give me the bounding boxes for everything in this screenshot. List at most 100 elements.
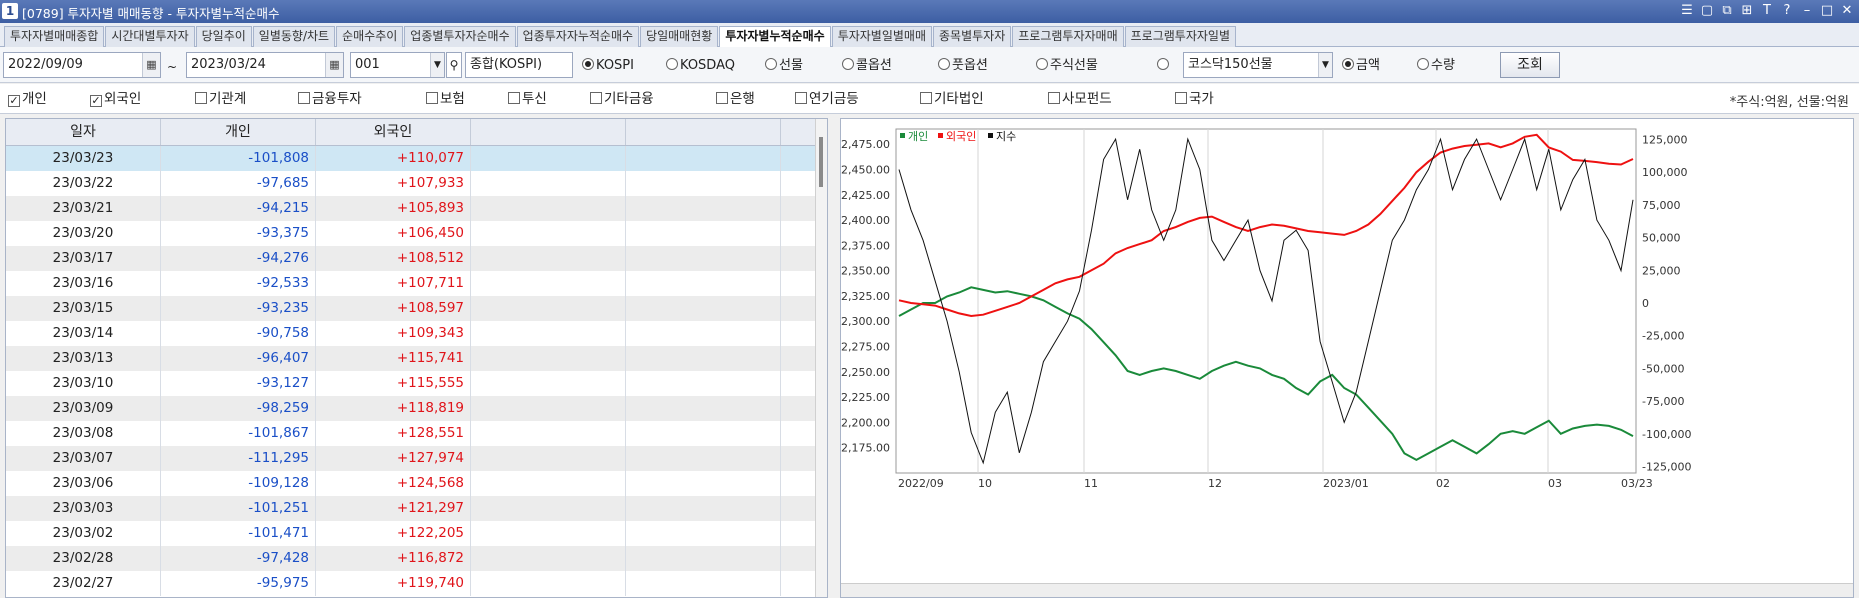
table-cell: 23/03/22 bbox=[6, 171, 161, 196]
table-cell: -98,259 bbox=[161, 396, 316, 421]
x-tick-label: 2023/01 bbox=[1323, 477, 1369, 490]
table-row[interactable]: 23/03/09 -98,259 +118,819 bbox=[6, 396, 816, 421]
window-control-8[interactable]: ✕ bbox=[1839, 2, 1855, 20]
table-cell: -101,251 bbox=[161, 496, 316, 521]
table-row[interactable]: 23/03/10 -93,127 +115,555 bbox=[6, 371, 816, 396]
tab-10[interactable]: 종목별투자자 bbox=[933, 26, 1012, 47]
futures-select[interactable]: 코스닥150선물 ▼ bbox=[1183, 52, 1333, 78]
market-radio-3[interactable]: 콜옵션 bbox=[842, 58, 892, 74]
horizontal-scrollbar[interactable] bbox=[841, 583, 1853, 597]
y-left-tick-label: 2,200.00 bbox=[841, 416, 890, 429]
table-row[interactable]: 23/03/13 -96,407 +115,741 bbox=[6, 346, 816, 371]
vertical-scrollbar[interactable] bbox=[815, 119, 827, 597]
table-row[interactable]: 23/03/14 -90,758 +109,343 bbox=[6, 321, 816, 346]
market-radio-1[interactable]: KOSDAQ bbox=[666, 58, 735, 74]
window-control-2[interactable]: ⧉ bbox=[1719, 2, 1735, 20]
table-row[interactable]: 23/03/08 -101,867 +128,551 bbox=[6, 421, 816, 446]
y-right-tick-label: 125,000 bbox=[1642, 133, 1688, 146]
start-date-field[interactable]: 2022/09/09 ▦ bbox=[3, 52, 161, 78]
investor-checkbox-5[interactable]: 투신 bbox=[508, 91, 547, 107]
checkbox-label: 기관계 bbox=[209, 91, 247, 107]
radio-dot bbox=[1417, 58, 1429, 70]
window-control-7[interactable]: □ bbox=[1819, 2, 1835, 20]
checkbox bbox=[716, 92, 728, 104]
tab-0[interactable]: 투자자별매매종합 bbox=[4, 26, 105, 47]
table-row[interactable]: 23/03/23 -101,808 +110,077 bbox=[6, 146, 816, 171]
investor-checkbox-8[interactable]: 연기금등 bbox=[795, 91, 859, 107]
table-cell bbox=[471, 496, 626, 521]
amount-radio-1[interactable]: 수량 bbox=[1417, 58, 1455, 74]
table-row[interactable]: 23/03/06 -109,128 +124,568 bbox=[6, 471, 816, 496]
table-cell bbox=[471, 221, 626, 246]
table-cell bbox=[471, 296, 626, 321]
table-row[interactable]: 23/02/27 -95,975 +119,740 bbox=[6, 571, 816, 596]
table-cell: -101,471 bbox=[161, 521, 316, 546]
checkbox bbox=[1175, 92, 1187, 104]
table-row[interactable]: 23/03/02 -101,471 +122,205 bbox=[6, 521, 816, 546]
tab-11[interactable]: 프로그램투자자매매 bbox=[1012, 26, 1124, 47]
tab-4[interactable]: 순매수추이 bbox=[336, 26, 404, 47]
table-row[interactable]: 23/03/15 -93,235 +108,597 bbox=[6, 296, 816, 321]
end-date-field[interactable]: 2023/03/24 ▦ bbox=[186, 52, 344, 78]
market-radio-4[interactable]: 풋옵션 bbox=[938, 58, 988, 74]
investor-checkbox-1[interactable]: ✓ 외국인 bbox=[90, 91, 141, 107]
window-control-0[interactable]: ☰ bbox=[1679, 2, 1695, 20]
query-button[interactable]: 조회 bbox=[1500, 52, 1560, 78]
tab-6[interactable]: 업종투자자누적순매수 bbox=[516, 26, 640, 47]
chevron-down-icon[interactable]: ▼ bbox=[430, 53, 444, 77]
window-control-5[interactable]: ? bbox=[1779, 2, 1795, 20]
investor-checkbox-4[interactable]: 보험 bbox=[426, 91, 465, 107]
table-row[interactable]: 23/03/20 -93,375 +106,450 bbox=[6, 221, 816, 246]
tab-12[interactable]: 프로그램투자자일별 bbox=[1124, 26, 1237, 47]
market-radio-0[interactable]: KOSPI bbox=[582, 58, 634, 74]
table-cell: 23/03/09 bbox=[6, 396, 161, 421]
code-select[interactable]: 001 ▼ bbox=[350, 52, 445, 78]
tab-5[interactable]: 업종별투자자순매수 bbox=[404, 26, 516, 47]
search-icon[interactable]: ⚲ bbox=[446, 52, 462, 78]
table-cell: -94,276 bbox=[161, 246, 316, 271]
tab-3[interactable]: 일별동향/차트 bbox=[252, 26, 336, 47]
market-radio-2[interactable]: 선물 bbox=[765, 58, 803, 74]
investor-checkbox-2[interactable]: 기관계 bbox=[195, 91, 246, 107]
chevron-down-icon[interactable]: ▼ bbox=[1318, 53, 1332, 77]
checkbox-label: 금융투자 bbox=[312, 91, 362, 107]
investor-checkbox-9[interactable]: 기타법인 bbox=[920, 91, 984, 107]
investor-checkbox-7[interactable]: 은행 bbox=[716, 91, 755, 107]
y-right-tick-label: -100,000 bbox=[1642, 428, 1691, 441]
investor-checkbox-3[interactable]: 금융투자 bbox=[298, 91, 362, 107]
table-row[interactable]: 23/03/21 -94,215 +105,893 bbox=[6, 196, 816, 221]
investor-checkbox-6[interactable]: 기타금융 bbox=[590, 91, 654, 107]
market-radio-5[interactable]: 주식선물 bbox=[1036, 58, 1098, 74]
x-tick-label: 11 bbox=[1084, 477, 1098, 490]
investor-checkbox-11[interactable]: 국가 bbox=[1175, 91, 1214, 107]
table-cell bbox=[626, 246, 781, 271]
radio-label: 수량 bbox=[1431, 58, 1455, 73]
y-right-tick-label: -125,000 bbox=[1642, 460, 1691, 473]
calendar-icon[interactable]: ▦ bbox=[142, 53, 160, 77]
tab-2[interactable]: 당일추이 bbox=[195, 26, 252, 47]
scroll-thumb[interactable] bbox=[819, 137, 823, 187]
tab-8[interactable]: 투자자별누적순매수 bbox=[719, 26, 831, 47]
amount-radio-0[interactable]: 금액 bbox=[1342, 58, 1380, 74]
table-cell: 23/03/17 bbox=[6, 246, 161, 271]
tab-9[interactable]: 투자자별일별매매 bbox=[831, 26, 933, 47]
investor-checkbox-10[interactable]: 사모펀드 bbox=[1048, 91, 1112, 107]
table-row[interactable]: 23/02/28 -97,428 +116,872 bbox=[6, 546, 816, 571]
window-control-4[interactable]: T bbox=[1759, 2, 1775, 20]
table-cell: +108,597 bbox=[316, 296, 471, 321]
table-row[interactable]: 23/03/22 -97,685 +107,933 bbox=[6, 171, 816, 196]
table-row[interactable]: 23/03/03 -101,251 +121,297 bbox=[6, 496, 816, 521]
market-radio-6[interactable] bbox=[1157, 58, 1171, 74]
code-name-field: 종합(KOSPI) bbox=[465, 52, 573, 78]
table-row[interactable]: 23/03/07 -111,295 +127,974 bbox=[6, 446, 816, 471]
window-control-1[interactable]: ▢ bbox=[1699, 2, 1715, 20]
tab-1[interactable]: 시간대별투자자 bbox=[105, 26, 195, 47]
window-control-6[interactable]: – bbox=[1799, 2, 1815, 20]
table-row[interactable]: 23/03/16 -92,533 +107,711 bbox=[6, 271, 816, 296]
table-cell: 23/03/23 bbox=[6, 146, 161, 171]
calendar-icon[interactable]: ▦ bbox=[325, 53, 343, 77]
table-row[interactable]: 23/03/17 -94,276 +108,512 bbox=[6, 246, 816, 271]
investor-checkbox-0[interactable]: ✓ 개인 bbox=[8, 91, 47, 107]
window-control-3[interactable]: ⊞ bbox=[1739, 2, 1755, 20]
tab-7[interactable]: 당일매매현황 bbox=[640, 26, 719, 47]
